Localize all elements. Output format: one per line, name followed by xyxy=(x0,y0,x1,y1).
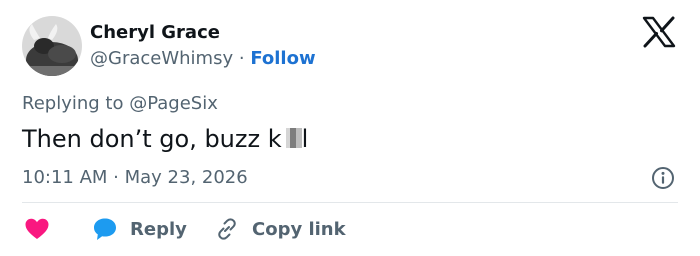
replying-to-line: Replying to @PageSix xyxy=(22,93,218,115)
info-icon[interactable] xyxy=(651,166,675,190)
display-name[interactable]: Cheryl Grace xyxy=(90,22,220,44)
handle-row: @GraceWhimsy · Follow xyxy=(90,48,316,70)
copy-link-label: Copy link xyxy=(252,218,346,240)
divider xyxy=(22,202,678,203)
x-logo-icon[interactable] xyxy=(642,16,676,48)
tweet-timestamp[interactable]: 10:11 AM · May 23, 2026 xyxy=(22,167,248,189)
reply-button[interactable]: Reply xyxy=(92,215,187,243)
censor-pixel-block xyxy=(281,128,302,148)
separator-dot: · xyxy=(238,48,245,69)
avatar-image xyxy=(22,16,82,76)
copy-link-button[interactable]: Copy link xyxy=(214,215,346,243)
user-handle[interactable]: @GraceWhimsy xyxy=(90,48,233,69)
tweet-text-end: l xyxy=(301,125,309,153)
replying-to-mention[interactable]: @PageSix xyxy=(129,93,218,114)
heart-icon xyxy=(24,217,50,241)
avatar[interactable] xyxy=(22,16,82,76)
like-button[interactable] xyxy=(24,215,50,243)
follow-button[interactable]: Follow xyxy=(250,48,315,69)
reply-label: Reply xyxy=(130,218,187,240)
tweet-card: Cheryl Grace @GraceWhimsy · Follow Reply… xyxy=(0,0,700,256)
link-icon xyxy=(214,216,240,242)
replying-to-prefix: Replying to xyxy=(22,93,124,114)
tweet-text-start: Then don’t go, buzz k xyxy=(22,125,282,153)
speech-bubble-icon xyxy=(92,216,118,242)
tweet-text: Then don’t go, buzz k l xyxy=(22,124,308,154)
